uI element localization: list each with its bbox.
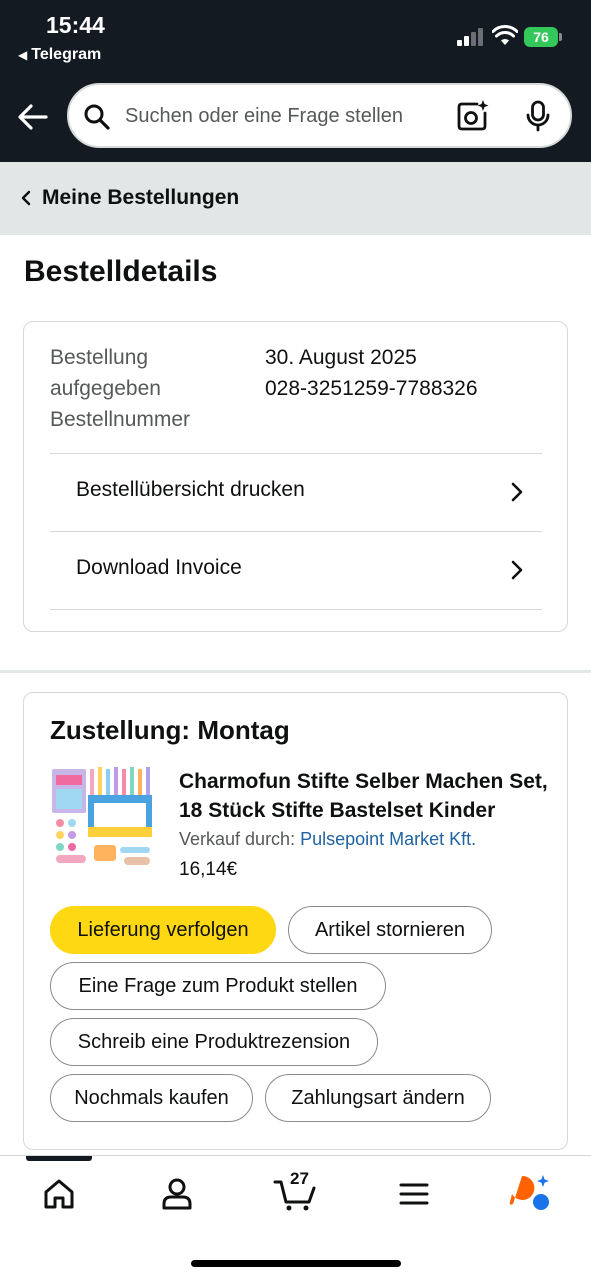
search-bar[interactable]: Suchen oder eine Frage stellen xyxy=(67,83,572,148)
buy-again-button[interactable]: Nochmals kaufen xyxy=(50,1074,253,1122)
top-bar: 15:44 ◀ Telegram 76 Suchen oder eine Fra… xyxy=(0,0,591,162)
active-tab-indicator xyxy=(26,1156,92,1161)
account-icon[interactable] xyxy=(159,1176,195,1212)
chevron-left-icon xyxy=(21,190,31,206)
seller-prefix: Verkauf durch: xyxy=(179,829,301,849)
label-order-number: Bestellnummer xyxy=(50,408,191,431)
seller-info: Verkauf durch: Pulsepoint Market Kft. xyxy=(179,829,476,850)
shipment-card: Zustellung: Montag Charmofun Stifte Selb… xyxy=(23,692,568,1150)
label-placed-line1: Bestellung xyxy=(50,346,149,369)
print-summary-link[interactable]: Bestellübersicht drucken xyxy=(50,453,542,531)
search-icon xyxy=(84,104,110,130)
label-placed-line2: aufgegeben xyxy=(50,377,161,400)
product-price: 16,14€ xyxy=(179,859,238,880)
screen: 15:44 ◀ Telegram 76 Suchen oder eine Fra… xyxy=(0,0,591,1280)
back-to-app-link[interactable]: ◀ Telegram xyxy=(18,46,101,64)
cart-count: 27 xyxy=(290,1169,309,1188)
write-review-button[interactable]: Schreib eine Produktrezension xyxy=(50,1018,378,1066)
page-title: Bestelldetails xyxy=(24,255,218,288)
download-invoice-label: Download Invoice xyxy=(76,556,242,579)
wifi-icon xyxy=(492,25,518,45)
product-name-link[interactable]: Charmofun Stifte Selber Machen Set, 18 S… xyxy=(179,767,549,825)
order-values: 30. August 2025 028-3251259-7788326 xyxy=(265,342,478,404)
order-labels: Bestellung aufgegeben Bestellnummer xyxy=(50,342,250,435)
back-arrow-icon[interactable] xyxy=(16,100,50,134)
home-indicator[interactable] xyxy=(191,1260,401,1267)
seller-link[interactable]: Pulsepoint Market Kft. xyxy=(300,829,476,849)
order-number: 028-3251259-7788326 xyxy=(265,377,478,400)
divider xyxy=(50,609,542,610)
status-time: 15:44 xyxy=(46,12,105,38)
back-app-label: Telegram xyxy=(31,46,102,63)
breadcrumb-label: Meine Bestellungen xyxy=(42,186,240,209)
delivery-heading: Zustellung: Montag xyxy=(50,715,290,745)
battery-level: 76 xyxy=(524,27,558,47)
search-input[interactable]: Suchen oder eine Frage stellen xyxy=(125,105,403,128)
change-payment-button[interactable]: Zahlungsart ändern xyxy=(265,1074,491,1122)
cancel-item-button[interactable]: Artikel stornieren xyxy=(288,906,492,954)
menu-icon[interactable] xyxy=(396,1176,432,1212)
back-triangle-icon: ◀ xyxy=(18,48,28,62)
track-package-button[interactable]: Lieferung verfolgen xyxy=(50,906,276,954)
rufus-assistant-icon[interactable] xyxy=(508,1172,552,1212)
home-icon[interactable] xyxy=(41,1176,77,1212)
download-invoice-link[interactable]: Download Invoice xyxy=(50,531,542,609)
battery-icon: 76 xyxy=(524,27,562,47)
ask-product-question-button[interactable]: Eine Frage zum Produkt stellen xyxy=(50,962,386,1010)
chevron-right-icon xyxy=(511,560,523,580)
order-date: 30. August 2025 xyxy=(265,346,417,369)
order-summary-card: Bestellung aufgegeben Bestellnummer 30. … xyxy=(23,321,568,632)
print-summary-label: Bestellübersicht drucken xyxy=(76,478,305,501)
cellular-signal-icon xyxy=(457,28,485,46)
section-divider xyxy=(0,670,591,673)
camera-lens-icon[interactable] xyxy=(455,99,489,133)
chevron-right-icon xyxy=(511,482,523,502)
product-image[interactable] xyxy=(50,765,156,869)
breadcrumb[interactable]: Meine Bestellungen xyxy=(0,162,591,235)
microphone-icon[interactable] xyxy=(525,100,551,132)
